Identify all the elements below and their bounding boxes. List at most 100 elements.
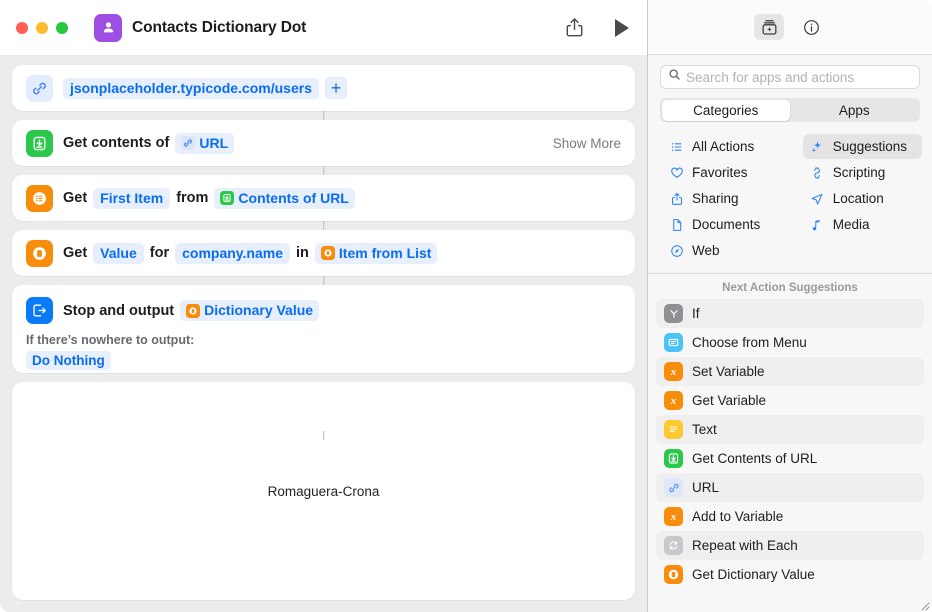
add-url-button[interactable]: + (324, 77, 347, 99)
shortcut-editor-pane: Contacts Dictionary Dot jsonplaceholder.… (0, 0, 648, 612)
suggestion-item-add-to-variable[interactable]: x Add to Variable (656, 502, 924, 531)
dictionary-value-token-chip[interactable]: Dictionary Value (180, 300, 320, 321)
suggestion-item-get-contents-of-url[interactable]: Get Contents of URL (656, 444, 924, 473)
download-box-icon (220, 191, 235, 205)
connector-line (322, 431, 325, 440)
first-item-chip[interactable]: First Item (93, 187, 171, 209)
value-chip[interactable]: Value (93, 242, 144, 264)
category-label: Documents (692, 217, 761, 232)
action-middle-word: from (176, 190, 209, 206)
action-prefix: Get (63, 190, 88, 206)
shortcuts-window: Contacts Dictionary Dot jsonplaceholder.… (0, 0, 932, 612)
category-item-scripting[interactable]: Scripting (803, 160, 922, 185)
token-label: Dictionary Value (204, 302, 314, 318)
document-icon (669, 217, 684, 232)
tab-categories[interactable]: Categories (661, 99, 790, 121)
category-grid: All Actions Favorites Sharing Documents … (648, 122, 932, 274)
action-card-stop-and-output[interactable]: Stop and output Dictionary Value If ther… (12, 285, 635, 373)
suggestion-item-repeat-with-each[interactable]: Repeat with Each (656, 531, 924, 560)
action-card-get-dictionary-value[interactable]: Get Value for company.name in Item from … (12, 230, 635, 276)
tab-apps[interactable]: Apps (790, 100, 919, 121)
window-title: Contacts Dictionary Dot (132, 18, 307, 36)
action-library-icon[interactable] (754, 14, 784, 40)
link-icon (26, 74, 53, 102)
share-icon[interactable] (563, 17, 585, 39)
traffic-lights (16, 21, 68, 34)
action-card-get-item-from-list[interactable]: Get First Item from Contents of URL (12, 175, 635, 221)
nowhere-to-output-label: If there’s nowhere to output: (26, 333, 195, 347)
suggestions-header: Next Action Suggestions (722, 282, 858, 294)
category-item-documents[interactable]: Documents (662, 212, 803, 237)
search-placeholder: Search for apps and actions (686, 69, 855, 85)
list-icon (26, 184, 53, 212)
do-nothing-dropdown[interactable]: Do Nothing (26, 351, 111, 370)
safari-compass-icon (669, 243, 684, 258)
action-card-get-contents-of-url[interactable]: Get contents of URL Show More (12, 120, 635, 166)
action-card-url[interactable]: jsonplaceholder.typicode.com/users + (12, 65, 635, 111)
category-label: Location (832, 191, 884, 206)
info-circle-icon[interactable] (796, 14, 826, 40)
category-item-sharing[interactable]: Sharing (662, 186, 803, 211)
suggestion-item-set-variable[interactable]: x Set Variable (656, 357, 924, 386)
link-icon (664, 478, 683, 497)
suggestion-item-text[interactable]: Text (656, 415, 924, 444)
connector-line (322, 111, 325, 120)
suggestion-label: Repeat with Each (692, 538, 798, 553)
suggestion-item-get-variable[interactable]: x Get Variable (656, 386, 924, 415)
category-item-suggestions[interactable]: Suggestions (802, 134, 922, 159)
search-input[interactable]: Search for apps and actions (660, 65, 920, 89)
suggestion-label: Get Contents of URL (692, 451, 818, 466)
url-value-chip[interactable]: jsonplaceholder.typicode.com/users (63, 77, 319, 99)
text-icon (664, 420, 683, 439)
token-label: URL (199, 134, 229, 151)
action-middle-word-2: in (296, 245, 309, 261)
link-icon (181, 136, 196, 150)
minimize-button[interactable] (36, 21, 48, 34)
workflow-canvas: jsonplaceholder.typicode.com/users + Get… (0, 55, 647, 612)
window-resize-grip[interactable] (918, 598, 930, 611)
suggestion-item-get-dictionary-value[interactable]: Get Dictionary Value (656, 560, 924, 589)
show-more-button[interactable]: Show More (553, 136, 621, 151)
connector-line (322, 276, 325, 285)
library-toolbar (648, 0, 932, 55)
library-search-area: Search for apps and actions (648, 55, 932, 89)
download-box-icon (664, 449, 683, 468)
dictionary-key-chip[interactable]: company.name (175, 242, 290, 264)
category-item-all-actions[interactable]: All Actions (662, 134, 803, 159)
url-token-chip[interactable]: URL (175, 132, 235, 154)
connector-line (322, 166, 325, 175)
variable-icon: x (664, 507, 683, 526)
suggestion-item-choose-from-menu[interactable]: Choose from Menu (656, 328, 924, 357)
result-preview-card: Romaguera-Crona (12, 382, 635, 600)
category-item-media[interactable]: Media (803, 212, 922, 237)
list-bullet-icon (669, 139, 684, 154)
suggestion-label: Get Variable (692, 393, 767, 408)
run-play-icon[interactable] (611, 17, 633, 39)
category-item-favorites[interactable]: Favorites (662, 160, 803, 185)
close-button[interactable] (16, 21, 28, 34)
zoom-button[interactable] (56, 21, 68, 34)
action-label: Get contents of (63, 135, 170, 151)
token-label: Item from List (338, 244, 432, 261)
item-from-list-token-chip[interactable]: Item from List (314, 242, 438, 264)
menu-icon (664, 333, 683, 352)
download-box-icon (26, 129, 53, 157)
suggestion-item-url[interactable]: URL (656, 473, 924, 502)
contacts-person-icon (103, 22, 113, 33)
music-note-icon (810, 217, 825, 232)
dictionary-icon (26, 239, 53, 267)
category-label: Suggestions (832, 139, 908, 154)
category-item-location[interactable]: Location (803, 186, 922, 211)
suggestions-list: If Choose from Menu x Set Variable x Get… (648, 299, 932, 589)
variable-icon: x (664, 391, 683, 410)
category-item-web[interactable]: Web (662, 238, 803, 263)
category-label: Sharing (692, 191, 739, 206)
scripting-icon (810, 165, 825, 180)
suggestion-item-if[interactable]: If (656, 299, 924, 328)
dictionary-icon (186, 303, 201, 318)
if-branch-icon (664, 304, 683, 323)
library-segmented-control: Categories Apps (660, 98, 920, 122)
location-arrow-icon (810, 191, 825, 206)
action-label: Stop and output (63, 302, 175, 319)
contents-of-url-token-chip[interactable]: Contents of URL (214, 187, 355, 209)
